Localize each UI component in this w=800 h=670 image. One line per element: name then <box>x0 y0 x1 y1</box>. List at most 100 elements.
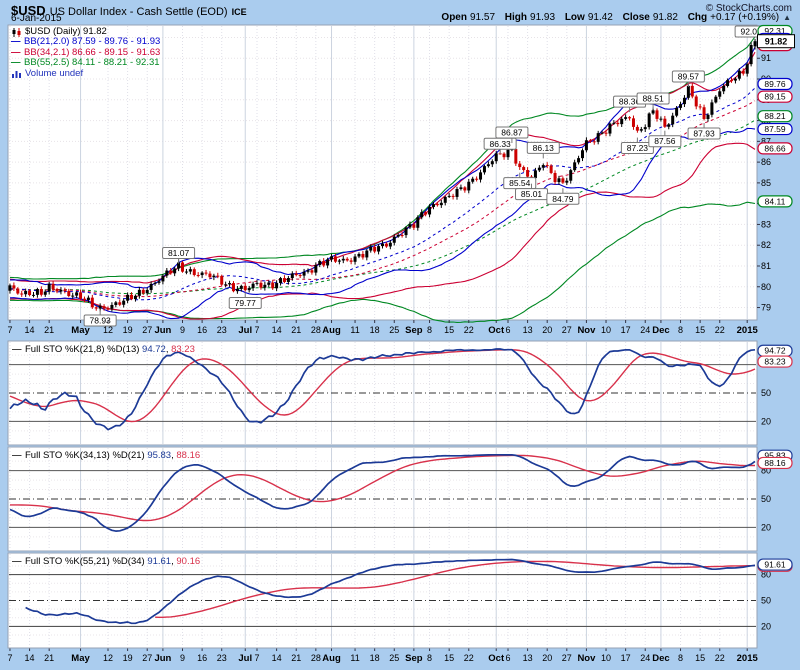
sto3-swatch: — <box>12 556 24 567</box>
sto2-label: Full STO %K(34,13) %D(21) <box>25 450 145 461</box>
svg-text:Jun: Jun <box>154 325 171 336</box>
svg-text:19: 19 <box>123 325 133 335</box>
sto1-swatch: — <box>12 344 24 355</box>
svg-text:84.79: 84.79 <box>552 194 574 204</box>
legend-row-volume: Volume undef <box>11 69 160 79</box>
svg-text:2015: 2015 <box>737 325 759 336</box>
candlestick-icon <box>11 28 23 37</box>
svg-text:Oct: Oct <box>488 325 505 336</box>
svg-text:81.07: 81.07 <box>168 248 190 258</box>
open-value: 91.57 <box>470 12 495 23</box>
svg-text:50: 50 <box>761 494 771 504</box>
svg-text:25: 25 <box>389 653 399 663</box>
svg-text:88.21: 88.21 <box>764 111 786 121</box>
svg-text:89.76: 89.76 <box>764 79 786 89</box>
svg-text:27: 27 <box>562 653 572 663</box>
svg-text:7: 7 <box>255 653 260 663</box>
close-label: Close <box>623 12 650 23</box>
svg-text:8: 8 <box>427 653 432 663</box>
svg-text:18: 18 <box>370 653 380 663</box>
svg-text:11: 11 <box>350 325 359 335</box>
main-price-axis: 798081828384858687888990919292.3191.9391… <box>757 26 795 313</box>
svg-text:86.87: 86.87 <box>501 128 523 138</box>
svg-text:86: 86 <box>761 157 771 167</box>
svg-text:22: 22 <box>715 653 725 663</box>
sto-panel-1: 80502094.7283.23 <box>8 341 792 445</box>
svg-text:15: 15 <box>695 653 705 663</box>
date-label: 6-Jan-2015 <box>11 13 62 24</box>
sto3-k-value: 91.61 <box>147 556 171 567</box>
date-axis-1: 71421May121927Jun91623Jul7142128Aug11182… <box>7 320 758 336</box>
svg-text:6: 6 <box>505 325 510 335</box>
svg-text:91: 91 <box>761 53 771 63</box>
svg-text:Jul: Jul <box>238 325 252 336</box>
svg-text:88.16: 88.16 <box>764 458 786 468</box>
svg-text:13: 13 <box>523 325 533 335</box>
svg-text:7: 7 <box>7 325 12 335</box>
svg-text:86.66: 86.66 <box>764 143 786 153</box>
svg-text:81: 81 <box>761 261 771 271</box>
svg-text:82: 82 <box>761 240 771 250</box>
svg-text:13: 13 <box>523 653 533 663</box>
svg-text:7: 7 <box>7 653 12 663</box>
date-axis-2: 71421May121927Jun91623Jul7142128Aug11182… <box>7 648 758 664</box>
svg-text:79.77: 79.77 <box>235 298 257 308</box>
sto2-d-value: 88.16 <box>176 450 200 461</box>
sto-panel-1-header: —Full STO %K(21,8) %D(13) 94.72, 83.23 <box>12 344 195 355</box>
svg-text:27: 27 <box>562 325 572 335</box>
svg-text:May: May <box>71 325 90 336</box>
svg-text:79: 79 <box>761 303 771 313</box>
svg-text:8: 8 <box>678 325 683 335</box>
svg-text:89.15: 89.15 <box>764 92 786 102</box>
svg-text:19: 19 <box>123 653 133 663</box>
sto3-label: Full STO %K(55,21) %D(34) <box>25 556 145 567</box>
sto2-k-value: 95.83 <box>147 450 171 461</box>
sto3-d-value: 90.16 <box>176 556 200 567</box>
svg-text:15: 15 <box>444 653 454 663</box>
svg-text:24: 24 <box>640 325 650 335</box>
svg-text:12: 12 <box>103 325 113 335</box>
svg-text:85.54: 85.54 <box>509 178 531 188</box>
svg-text:22: 22 <box>464 653 474 663</box>
svg-text:8: 8 <box>427 325 432 335</box>
svg-text:15: 15 <box>444 325 454 335</box>
svg-text:17: 17 <box>621 325 631 335</box>
svg-text:14: 14 <box>25 653 35 663</box>
high-value: 91.93 <box>530 12 555 23</box>
svg-text:17: 17 <box>621 653 631 663</box>
open-label: Open <box>441 12 467 23</box>
low-value: 91.42 <box>588 12 613 23</box>
svg-text:21: 21 <box>291 325 301 335</box>
svg-text:11: 11 <box>350 653 359 663</box>
legend-volume-label: Volume undef <box>25 69 83 79</box>
svg-text:50: 50 <box>761 596 771 606</box>
chart-title: US Dollar Index - Cash Settle (EOD) <box>50 6 228 18</box>
svg-text:Aug: Aug <box>322 653 341 664</box>
svg-text:86.33: 86.33 <box>490 139 512 149</box>
svg-text:87.23: 87.23 <box>627 143 649 153</box>
bb55-swatch: — <box>11 58 23 68</box>
svg-text:20: 20 <box>542 325 552 335</box>
svg-text:28: 28 <box>311 325 321 335</box>
svg-text:23: 23 <box>217 653 227 663</box>
svg-text:22: 22 <box>464 325 474 335</box>
svg-text:16: 16 <box>197 653 207 663</box>
svg-text:Sep: Sep <box>405 325 423 336</box>
svg-text:21: 21 <box>44 325 54 335</box>
svg-text:Jul: Jul <box>238 653 252 664</box>
svg-text:20: 20 <box>761 621 771 631</box>
svg-text:83.23: 83.23 <box>764 357 786 367</box>
svg-text:12: 12 <box>103 653 113 663</box>
svg-text:14: 14 <box>272 325 282 335</box>
chart-page: { "ui": {"dash": "—", "sep": ", "}, "hea… <box>0 0 800 670</box>
svg-text:Aug: Aug <box>322 325 341 336</box>
svg-text:80: 80 <box>761 282 771 292</box>
quote-row: Open91.57 High91.93 Low91.42 Close91.82 … <box>434 12 791 23</box>
exchange-label: ICE <box>232 7 247 17</box>
sto-panel-3: 80502090.1691.61 <box>8 553 792 648</box>
high-label: High <box>505 12 527 23</box>
sto-panel-2: 80502095.8388.16 <box>8 447 792 551</box>
up-arrow-icon: ▲ <box>783 13 791 22</box>
svg-text:Oct: Oct <box>488 653 505 664</box>
svg-text:27: 27 <box>142 653 152 663</box>
